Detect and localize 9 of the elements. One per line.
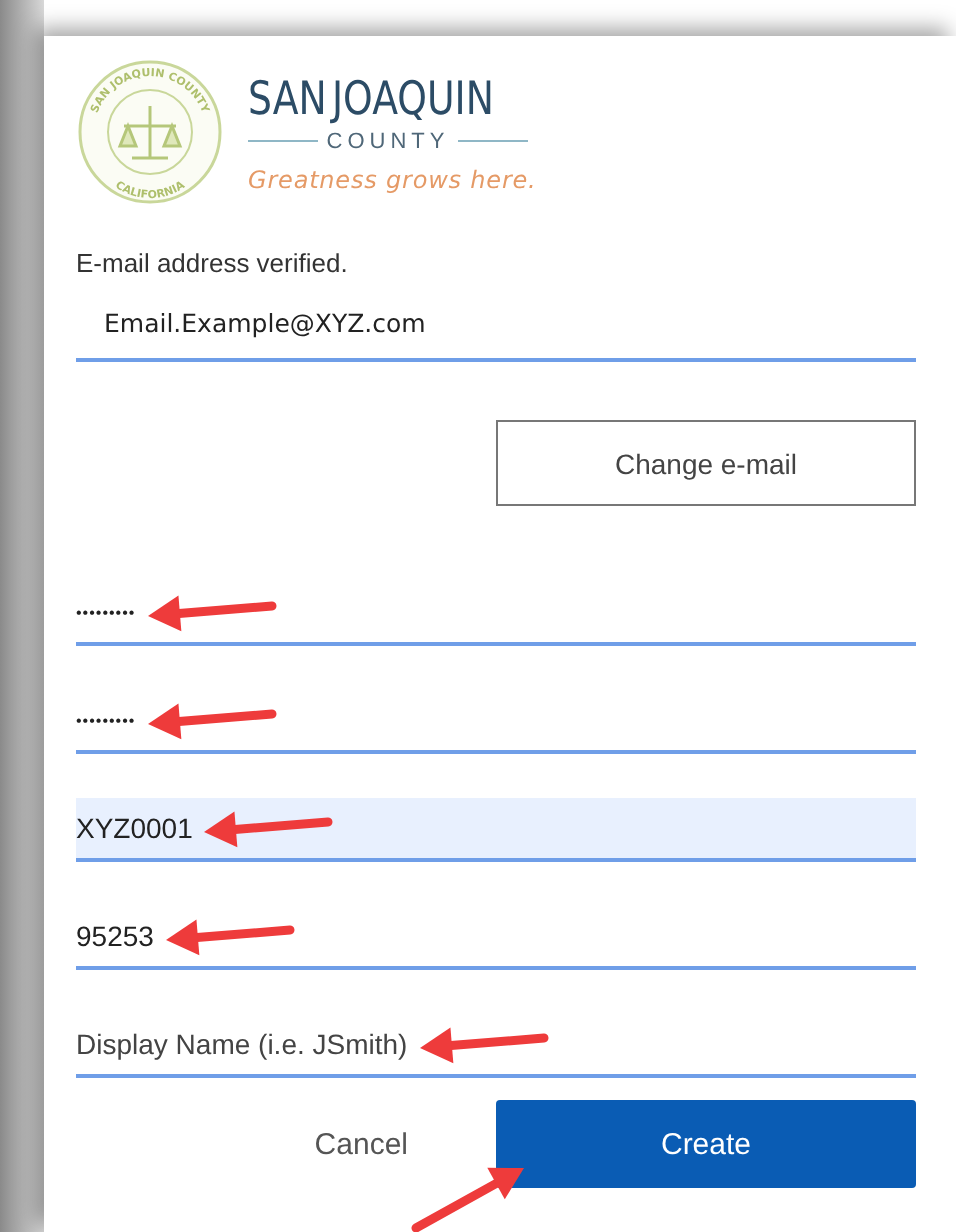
create-button[interactable]: Create (496, 1100, 916, 1188)
county-label: COUNTY (326, 129, 450, 153)
county-name: JOAQUIN (331, 71, 494, 127)
status-text: E-mail address verified. (76, 248, 350, 278)
input-field[interactable]: XYZ0001 (76, 798, 916, 862)
change-email-button[interactable]: Change e-mail (496, 420, 916, 506)
tagline: Greatness grows here. (248, 165, 528, 193)
county-name: SAN (248, 71, 327, 127)
cancel-button[interactable]: Cancel (314, 1127, 408, 1161)
